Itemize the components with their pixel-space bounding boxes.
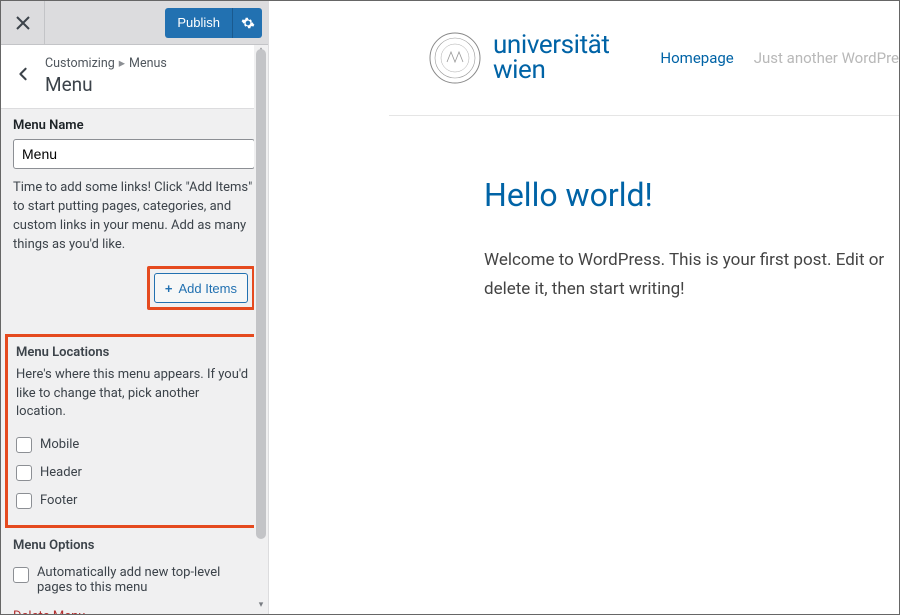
gear-icon [241, 16, 255, 30]
menu-help-text: Time to add some links! Click "Add Items… [13, 179, 255, 254]
add-items-label: Add Items [178, 281, 237, 296]
sidebar-scrollbar[interactable]: ▴ ▾ [254, 45, 268, 614]
plus-icon: + [165, 281, 173, 296]
auto-add-row[interactable]: Automatically add new top-level pages to… [13, 559, 255, 601]
breadcrumb-panel: Customizing▸Menus Menu [1, 45, 268, 109]
brand-line2: wien [493, 58, 610, 83]
site-tagline: Just another WordPre [754, 49, 899, 67]
add-items-highlight: + Add Items [147, 266, 255, 310]
close-customizer-button[interactable] [1, 1, 45, 45]
location-label: Mobile [40, 437, 79, 452]
add-items-button[interactable]: + Add Items [154, 273, 248, 303]
chevron-left-icon [16, 67, 30, 81]
breadcrumb-trail: Customizing▸Menus [45, 55, 258, 71]
customizer-sidebar: Publish Customizing▸Menus Menu Menu Name… [1, 1, 269, 614]
site-brand[interactable]: universität wien [429, 32, 610, 84]
post-title[interactable]: Hello world! [484, 176, 899, 214]
delete-menu-link[interactable]: Delete Menu [1, 601, 97, 614]
back-button[interactable] [1, 67, 45, 85]
checkbox-header[interactable] [16, 465, 32, 481]
customizer-content: Menu Name Time to add some links! Click … [1, 108, 268, 614]
publish-settings-button[interactable] [232, 8, 262, 38]
university-seal-icon [429, 32, 481, 84]
breadcrumb-parent[interactable]: Menus [129, 56, 167, 71]
publish-button[interactable]: Publish [165, 8, 232, 38]
close-icon [15, 15, 31, 31]
menu-locations-description: Here's where this menu appears. If you'd… [16, 366, 252, 421]
menu-name-label: Menu Name [13, 118, 255, 133]
checkbox-mobile[interactable] [16, 437, 32, 453]
scroll-arrow-down-icon[interactable]: ▾ [254, 600, 268, 614]
menu-locations-box: Menu Locations Here's where this menu ap… [5, 334, 263, 528]
checkbox-footer[interactable] [16, 493, 32, 509]
menu-locations-title: Menu Locations [16, 345, 252, 360]
nav-link-home[interactable]: Homepage [660, 49, 733, 67]
checkbox-auto-add[interactable] [13, 567, 29, 583]
site-preview: universität wien Homepage Just another W… [269, 1, 899, 614]
sidebar-scrollbar-thumb[interactable] [256, 49, 266, 539]
customizer-topbar: Publish [1, 1, 268, 45]
breadcrumb-title: Menu [45, 73, 258, 96]
location-row-mobile[interactable]: Mobile [16, 431, 252, 459]
location-label: Footer [40, 493, 77, 508]
site-header: universität wien Homepage Just another W… [389, 1, 899, 116]
location-label: Header [40, 465, 82, 480]
site-nav: Homepage Just another WordPre [660, 49, 899, 67]
menu-name-input[interactable] [13, 139, 255, 169]
breadcrumb-root: Customizing [45, 56, 115, 71]
auto-add-label: Automatically add new top-level pages to… [37, 565, 255, 595]
post-body: Welcome to WordPress. This is your first… [484, 246, 899, 304]
location-row-header[interactable]: Header [16, 459, 252, 487]
location-row-footer[interactable]: Footer [16, 487, 252, 515]
menu-options-title: Menu Options [13, 538, 255, 553]
